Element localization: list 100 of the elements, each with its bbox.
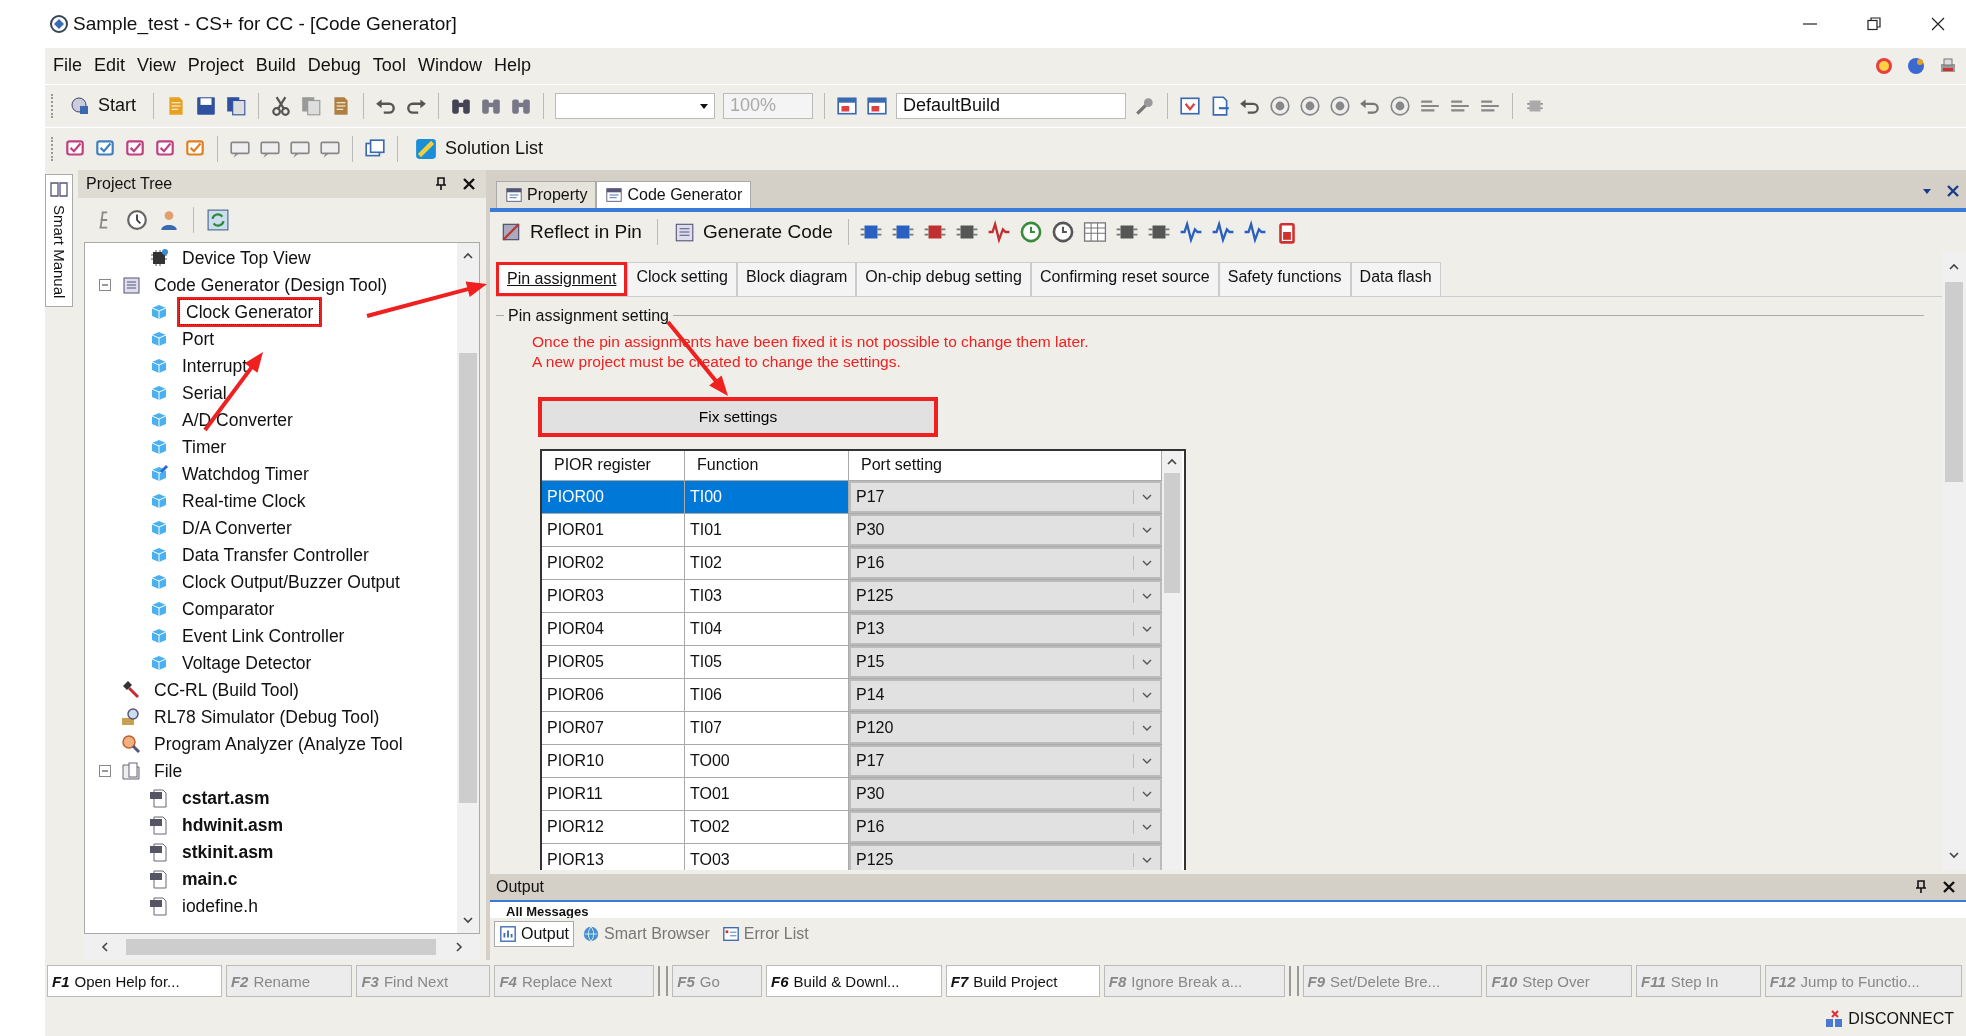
tree-item[interactable]: Watchdog Timer — [177, 461, 314, 488]
build-mode-combo[interactable]: DefaultBuild — [896, 92, 1126, 119]
tree-item[interactable]: Clock Generator — [177, 297, 323, 328]
tree-item[interactable]: Code Generator (Design Tool) — [149, 272, 393, 299]
panel-tab[interactable]: Property — [496, 180, 597, 208]
restore-icon[interactable] — [1866, 15, 1882, 32]
scrollbar-thumb[interactable] — [459, 352, 477, 803]
tree-item[interactable]: Timer — [177, 434, 232, 461]
table-cell: PIOR03 — [542, 579, 685, 612]
port-dropdown[interactable]: P125 — [849, 843, 1162, 870]
save-all-icon[interactable] — [225, 94, 247, 117]
tree-item[interactable]: A/D Converter — [177, 407, 298, 434]
menu-item[interactable]: Build — [255, 55, 296, 77]
reflect-in-pin-button[interactable]: Reflect in Pin — [494, 217, 648, 246]
settings-tab[interactable]: Block diagram — [737, 261, 857, 296]
port-dropdown[interactable]: P13 — [849, 612, 1162, 645]
tree-item[interactable]: Voltage Detector — [177, 650, 317, 677]
port-dropdown[interactable]: P120 — [849, 711, 1162, 744]
port-dropdown[interactable]: P17 — [849, 744, 1162, 777]
output-tab[interactable]: Smart Browser — [578, 921, 714, 946]
smart-manual-tab[interactable]: Smart Manual — [45, 173, 73, 308]
tree-item[interactable]: D/A Converter — [177, 515, 297, 542]
connection-status: DISCONNECT — [1824, 1009, 1954, 1030]
port-dropdown[interactable]: P125 — [849, 579, 1162, 612]
tree-item[interactable]: Clock Output/Buzzer Output — [177, 569, 405, 596]
close-icon[interactable] — [1930, 15, 1946, 32]
refresh-icon[interactable] — [207, 208, 229, 231]
list-icon — [415, 137, 437, 160]
menu-item[interactable]: Help — [493, 55, 531, 77]
function-key-button[interactable]: F1 Open Help for... — [47, 965, 222, 998]
clock-icon[interactable] — [126, 208, 148, 231]
menu-item[interactable]: Project — [187, 55, 244, 77]
file-icon — [149, 869, 169, 890]
tree-item[interactable]: cstart.asm — [177, 785, 275, 812]
column-header[interactable]: Function — [685, 450, 849, 480]
port-dropdown[interactable]: P30 — [849, 513, 1162, 546]
settings-tab[interactable]: Clock setting — [627, 261, 737, 296]
generate-code-button[interactable]: Generate Code — [666, 217, 839, 246]
tree-item[interactable]: RL78 Simulator (Debug Tool) — [149, 704, 385, 731]
cut-icon[interactable] — [270, 94, 292, 117]
file-icon — [149, 896, 169, 917]
port-dropdown[interactable]: P17 — [849, 480, 1162, 513]
solution-list-button[interactable]: Solution List — [409, 134, 550, 163]
settings-tab[interactable]: Pin assignment — [496, 261, 628, 296]
settings-tab[interactable]: Safety functions — [1218, 261, 1351, 296]
save-icon[interactable] — [195, 94, 217, 117]
toolbar-grip — [658, 966, 669, 997]
column-header[interactable]: PIOR register — [542, 450, 685, 480]
scrollbar-thumb[interactable] — [1164, 472, 1180, 593]
tree-item[interactable]: iodefine.h — [177, 893, 263, 920]
menu-item[interactable]: Window — [417, 55, 482, 77]
port-dropdown[interactable]: P15 — [849, 645, 1162, 678]
messages-tab[interactable]: All Messages — [506, 903, 589, 918]
port-dropdown[interactable]: P14 — [849, 678, 1162, 711]
menu-item[interactable]: Edit — [94, 55, 126, 77]
table-cell: TI00 — [685, 480, 849, 513]
menu-item[interactable]: File — [53, 55, 82, 77]
tree-item[interactable]: File — [149, 758, 188, 785]
person-icon[interactable] — [158, 208, 180, 231]
settings-tab[interactable]: On-chip debug setting — [856, 261, 1031, 296]
tree-item[interactable]: hdwinit.asm — [177, 812, 289, 839]
panel-tab[interactable]: Code Generator — [596, 180, 752, 208]
menu-item[interactable]: Tool — [372, 55, 406, 77]
tree-item[interactable]: Interrupt — [177, 353, 253, 380]
start-button[interactable]: Start — [64, 92, 142, 120]
tree-item[interactable]: Program Analyzer (Analyze Tool — [149, 731, 408, 758]
tree-item[interactable]: stkinit.asm — [177, 839, 279, 866]
port-dropdown[interactable]: P30 — [849, 777, 1162, 810]
port-dropdown[interactable]: P16 — [849, 546, 1162, 579]
settings-tab[interactable]: Confirming reset source — [1030, 261, 1219, 296]
tree-item[interactable]: Port — [177, 326, 220, 353]
output-tab[interactable]: Error List — [717, 921, 813, 946]
collapse-icon[interactable] — [99, 765, 111, 778]
fix-settings-button[interactable]: Fix settings — [538, 396, 938, 437]
function-key-button[interactable]: F6 Build & Downl... — [766, 965, 942, 998]
tree-item[interactable]: Data Transfer Controller — [177, 542, 374, 569]
scrollbar-thumb[interactable] — [1945, 281, 1963, 482]
folder-icon — [121, 761, 141, 782]
file-icon — [149, 842, 169, 863]
close-icon[interactable] — [1946, 183, 1960, 198]
tree-item[interactable]: Event Link Controller — [177, 623, 350, 650]
port-dropdown[interactable]: P16 — [849, 810, 1162, 843]
close-icon[interactable] — [462, 176, 476, 191]
tree-item[interactable]: main.c — [177, 866, 243, 893]
tree-item[interactable]: Device Top View — [177, 245, 316, 272]
menu-item[interactable]: Debug — [307, 55, 361, 77]
menu-item[interactable]: View — [137, 55, 176, 77]
panel-title: Output — [496, 877, 545, 896]
tree-item[interactable]: Serial — [177, 380, 232, 407]
tree-item[interactable]: Comparator — [177, 596, 280, 623]
window-title: Sample_test - CS+ for CC - [Code Generator] — [73, 12, 457, 35]
close-icon[interactable] — [1942, 879, 1956, 894]
tree-item[interactable]: Real-time Clock — [177, 488, 311, 515]
table-cell: PIOR02 — [542, 546, 685, 579]
scrollbar-thumb[interactable] — [126, 939, 436, 956]
output-tab[interactable]: Output — [494, 920, 575, 947]
function-key-button[interactable]: F7 Build Project — [945, 965, 1100, 998]
tree-item[interactable]: CC-RL (Build Tool) — [149, 677, 304, 704]
collapse-icon[interactable] — [99, 279, 111, 292]
settings-tab[interactable]: Data flash — [1350, 261, 1441, 296]
